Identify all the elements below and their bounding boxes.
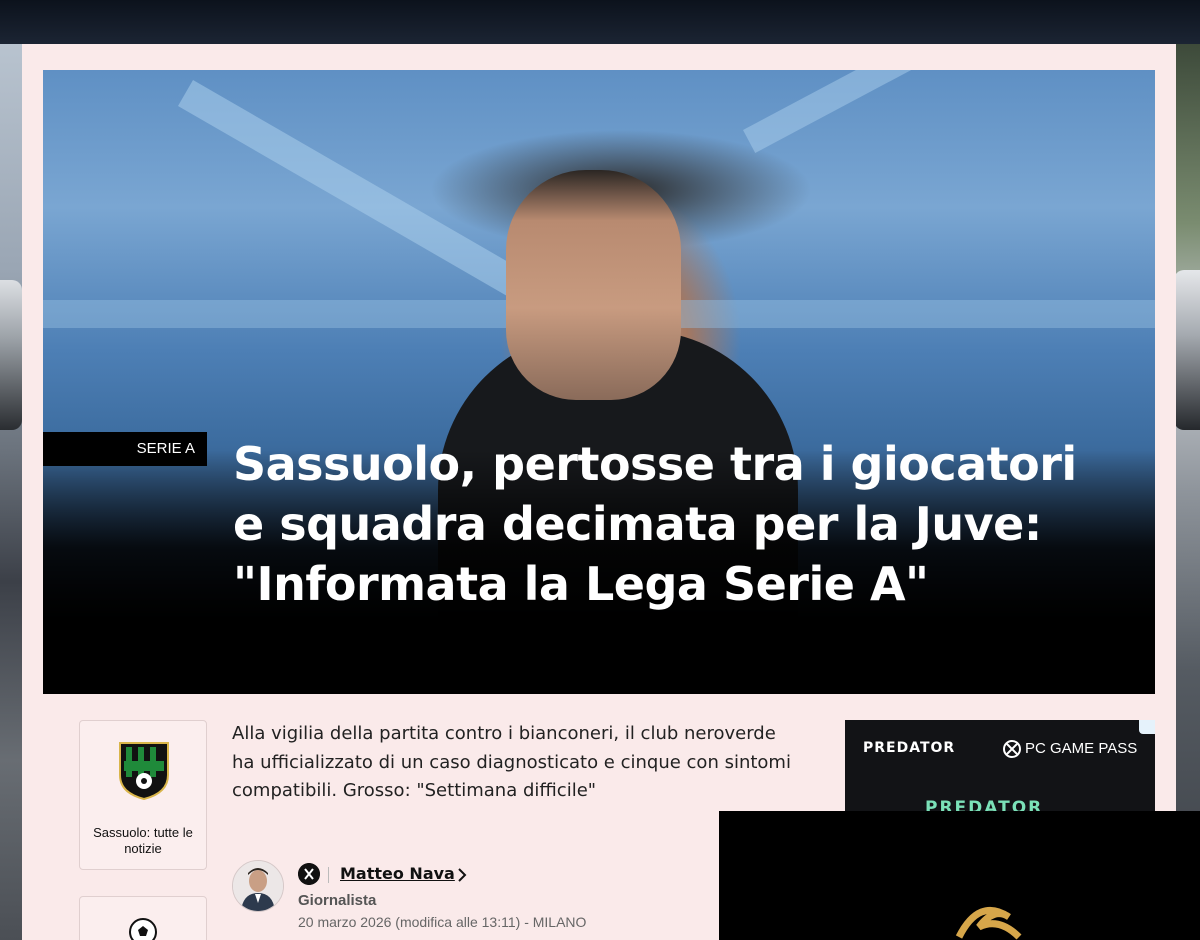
author-name-link[interactable]: Matteo Nava	[340, 864, 455, 883]
team-card-label: Sassuolo: tutte le notizie	[93, 825, 193, 856]
background-right-band	[1174, 44, 1200, 940]
category-badge[interactable]: SERIE A	[43, 432, 207, 466]
sport-card[interactable]	[79, 896, 207, 940]
article-page: SERIE A Sassuolo, pertosse tra i giocato…	[22, 44, 1176, 940]
sassuolo-crest-icon	[119, 742, 169, 801]
background-car-right	[1174, 270, 1200, 430]
background-top-band	[0, 0, 1200, 44]
article-title: Sassuolo, pertosse tra i giocatori e squ…	[233, 437, 1077, 611]
hero-photo-head	[506, 170, 681, 400]
adchoices-icon[interactable]	[1139, 720, 1155, 734]
article-summary: Alla vigilia della partita contro i bian…	[232, 723, 791, 801]
xbox-icon	[1003, 740, 1021, 758]
gold-emblem-icon	[955, 906, 1022, 940]
hero-section: SERIE A Sassuolo, pertosse tra i giocato…	[43, 70, 1155, 694]
soccer-ball-icon	[129, 918, 157, 940]
team-news-card[interactable]: Sassuolo: tutte le notizie	[79, 720, 207, 870]
article-date: 20 marzo 2026 (modifica alle 13:11) - MI…	[298, 914, 587, 930]
author-avatar[interactable]	[232, 860, 284, 912]
x-social-icon[interactable]	[298, 863, 320, 885]
ad-partner-label: PC GAME PASS	[1025, 740, 1138, 757]
chevron-right-icon[interactable]	[454, 866, 470, 884]
background-left-band	[0, 44, 22, 940]
ad-brand-logo: PREDATOR	[863, 740, 956, 756]
author-separator	[328, 867, 329, 883]
background-car-left	[0, 280, 22, 430]
author-role: Giornalista	[298, 892, 377, 909]
author-photo	[233, 861, 283, 911]
video-ad-overlay[interactable]	[719, 811, 1200, 940]
